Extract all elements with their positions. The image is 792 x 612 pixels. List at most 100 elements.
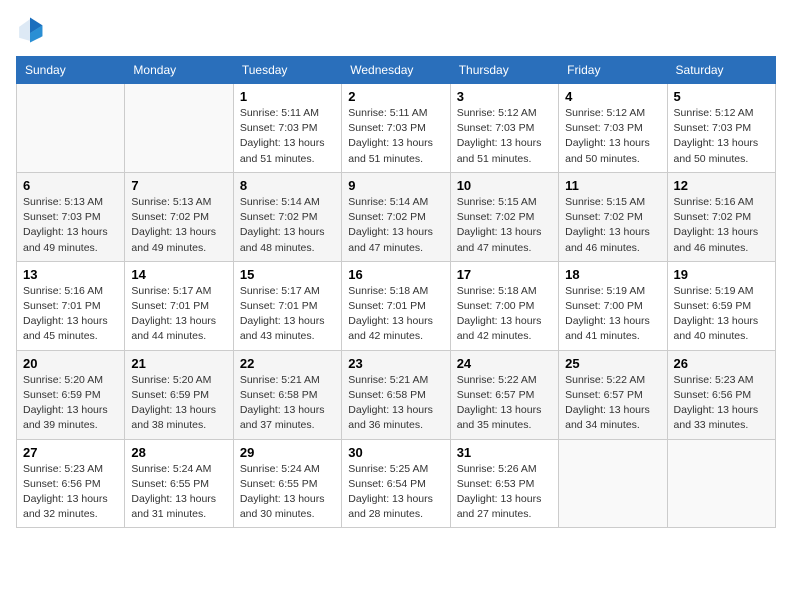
day-header-friday: Friday bbox=[559, 57, 667, 84]
calendar-cell: 25 Sunrise: 5:22 AMSunset: 6:57 PMDayligh… bbox=[559, 350, 667, 439]
calendar-cell: 29 Sunrise: 5:24 AMSunset: 6:55 PMDayligh… bbox=[233, 439, 341, 528]
day-info: Sunrise: 5:23 AMSunset: 6:56 PMDaylight:… bbox=[23, 462, 118, 523]
day-info: Sunrise: 5:17 AMSunset: 7:01 PMDaylight:… bbox=[131, 284, 226, 345]
day-header-monday: Monday bbox=[125, 57, 233, 84]
day-info: Sunrise: 5:25 AMSunset: 6:54 PMDaylight:… bbox=[348, 462, 443, 523]
day-number: 20 bbox=[23, 356, 118, 371]
day-info: Sunrise: 5:17 AMSunset: 7:01 PMDaylight:… bbox=[240, 284, 335, 345]
calendar-cell bbox=[667, 439, 775, 528]
day-number: 27 bbox=[23, 445, 118, 460]
calendar-cell bbox=[125, 84, 233, 173]
calendar-cell: 22 Sunrise: 5:21 AMSunset: 6:58 PMDayligh… bbox=[233, 350, 341, 439]
calendar-cell: 17 Sunrise: 5:18 AMSunset: 7:00 PMDayligh… bbox=[450, 261, 558, 350]
calendar-cell: 14 Sunrise: 5:17 AMSunset: 7:01 PMDayligh… bbox=[125, 261, 233, 350]
day-info: Sunrise: 5:15 AMSunset: 7:02 PMDaylight:… bbox=[565, 195, 660, 256]
day-header-saturday: Saturday bbox=[667, 57, 775, 84]
day-info: Sunrise: 5:21 AMSunset: 6:58 PMDaylight:… bbox=[240, 373, 335, 434]
calendar-cell: 21 Sunrise: 5:20 AMSunset: 6:59 PMDayligh… bbox=[125, 350, 233, 439]
day-info: Sunrise: 5:18 AMSunset: 7:00 PMDaylight:… bbox=[457, 284, 552, 345]
calendar-cell: 10 Sunrise: 5:15 AMSunset: 7:02 PMDayligh… bbox=[450, 172, 558, 261]
calendar-cell: 7 Sunrise: 5:13 AMSunset: 7:02 PMDaylight… bbox=[125, 172, 233, 261]
calendar-week-4: 20 Sunrise: 5:20 AMSunset: 6:59 PMDayligh… bbox=[17, 350, 776, 439]
calendar-week-1: 1 Sunrise: 5:11 AMSunset: 7:03 PMDaylight… bbox=[17, 84, 776, 173]
day-info: Sunrise: 5:26 AMSunset: 6:53 PMDaylight:… bbox=[457, 462, 552, 523]
day-number: 29 bbox=[240, 445, 335, 460]
day-number: 17 bbox=[457, 267, 552, 282]
day-number: 26 bbox=[674, 356, 769, 371]
calendar-cell: 1Sunrise: 5:11 AMSunset: 7:03 PMDaylight… bbox=[233, 84, 341, 173]
day-number: 25 bbox=[565, 356, 660, 371]
day-info: Sunrise: 5:22 AMSunset: 6:57 PMDaylight:… bbox=[565, 373, 660, 434]
calendar-table: SundayMondayTuesdayWednesdayThursdayFrid… bbox=[16, 56, 776, 528]
calendar-cell: 26 Sunrise: 5:23 AMSunset: 6:56 PMDayligh… bbox=[667, 350, 775, 439]
day-number: 30 bbox=[348, 445, 443, 460]
day-header-thursday: Thursday bbox=[450, 57, 558, 84]
calendar-cell: 16 Sunrise: 5:18 AMSunset: 7:01 PMDayligh… bbox=[342, 261, 450, 350]
day-info: Sunrise: 5:12 AMSunset: 7:03 PMDaylight:… bbox=[565, 106, 660, 167]
calendar-cell: 9 Sunrise: 5:14 AMSunset: 7:02 PMDaylight… bbox=[342, 172, 450, 261]
day-number: 14 bbox=[131, 267, 226, 282]
day-number: 21 bbox=[131, 356, 226, 371]
calendar-cell: 24Sunrise: 5:22 AMSunset: 6:57 PMDayligh… bbox=[450, 350, 558, 439]
day-number: 4 bbox=[565, 89, 660, 104]
calendar-cell: 12Sunrise: 5:16 AMSunset: 7:02 PMDayligh… bbox=[667, 172, 775, 261]
day-number: 16 bbox=[348, 267, 443, 282]
day-number: 7 bbox=[131, 178, 226, 193]
calendar-cell: 15 Sunrise: 5:17 AMSunset: 7:01 PMDayligh… bbox=[233, 261, 341, 350]
day-info: Sunrise: 5:24 AMSunset: 6:55 PMDaylight:… bbox=[240, 462, 335, 523]
day-info: Sunrise: 5:16 AMSunset: 7:02 PMDaylight:… bbox=[674, 195, 769, 256]
day-info: Sunrise: 5:13 AMSunset: 7:02 PMDaylight:… bbox=[131, 195, 226, 256]
calendar-cell bbox=[559, 439, 667, 528]
day-number: 8 bbox=[240, 178, 335, 193]
calendar-cell: 23 Sunrise: 5:21 AMSunset: 6:58 PMDayligh… bbox=[342, 350, 450, 439]
calendar-cell: 2Sunrise: 5:11 AMSunset: 7:03 PMDaylight… bbox=[342, 84, 450, 173]
calendar-cell: 6Sunrise: 5:13 AMSunset: 7:03 PMDaylight… bbox=[17, 172, 125, 261]
day-number: 5 bbox=[674, 89, 769, 104]
calendar-cell: 8 Sunrise: 5:14 AMSunset: 7:02 PMDaylight… bbox=[233, 172, 341, 261]
logo bbox=[16, 16, 48, 44]
day-number: 11 bbox=[565, 178, 660, 193]
day-info: Sunrise: 5:18 AMSunset: 7:01 PMDaylight:… bbox=[348, 284, 443, 345]
calendar-cell: 28 Sunrise: 5:24 AMSunset: 6:55 PMDayligh… bbox=[125, 439, 233, 528]
day-info: Sunrise: 5:20 AMSunset: 6:59 PMDaylight:… bbox=[131, 373, 226, 434]
day-info: Sunrise: 5:13 AMSunset: 7:03 PMDaylight:… bbox=[23, 195, 118, 256]
calendar-cell: 27 Sunrise: 5:23 AMSunset: 6:56 PMDayligh… bbox=[17, 439, 125, 528]
calendar-week-3: 13Sunrise: 5:16 AMSunset: 7:01 PMDayligh… bbox=[17, 261, 776, 350]
day-number: 15 bbox=[240, 267, 335, 282]
calendar-header-row: SundayMondayTuesdayWednesdayThursdayFrid… bbox=[17, 57, 776, 84]
calendar-cell: 31 Sunrise: 5:26 AMSunset: 6:53 PMDayligh… bbox=[450, 439, 558, 528]
page-header bbox=[16, 16, 776, 44]
day-number: 28 bbox=[131, 445, 226, 460]
day-number: 22 bbox=[240, 356, 335, 371]
day-number: 13 bbox=[23, 267, 118, 282]
day-number: 18 bbox=[565, 267, 660, 282]
day-info: Sunrise: 5:19 AMSunset: 6:59 PMDaylight:… bbox=[674, 284, 769, 345]
calendar-cell: 18 Sunrise: 5:19 AMSunset: 7:00 PMDayligh… bbox=[559, 261, 667, 350]
day-number: 1 bbox=[240, 89, 335, 104]
day-info: Sunrise: 5:14 AMSunset: 7:02 PMDaylight:… bbox=[240, 195, 335, 256]
day-info: Sunrise: 5:14 AMSunset: 7:02 PMDaylight:… bbox=[348, 195, 443, 256]
day-number: 3 bbox=[457, 89, 552, 104]
day-info: Sunrise: 5:21 AMSunset: 6:58 PMDaylight:… bbox=[348, 373, 443, 434]
day-number: 24 bbox=[457, 356, 552, 371]
day-header-wednesday: Wednesday bbox=[342, 57, 450, 84]
calendar-cell: 20 Sunrise: 5:20 AMSunset: 6:59 PMDayligh… bbox=[17, 350, 125, 439]
day-number: 9 bbox=[348, 178, 443, 193]
calendar-cell: 5 Sunrise: 5:12 AMSunset: 7:03 PMDaylight… bbox=[667, 84, 775, 173]
day-number: 10 bbox=[457, 178, 552, 193]
day-header-tuesday: Tuesday bbox=[233, 57, 341, 84]
day-number: 31 bbox=[457, 445, 552, 460]
day-info: Sunrise: 5:11 AMSunset: 7:03 PMDaylight:… bbox=[348, 106, 443, 167]
calendar-cell: 13Sunrise: 5:16 AMSunset: 7:01 PMDayligh… bbox=[17, 261, 125, 350]
day-info: Sunrise: 5:20 AMSunset: 6:59 PMDaylight:… bbox=[23, 373, 118, 434]
calendar-week-2: 6Sunrise: 5:13 AMSunset: 7:03 PMDaylight… bbox=[17, 172, 776, 261]
day-info: Sunrise: 5:23 AMSunset: 6:56 PMDaylight:… bbox=[674, 373, 769, 434]
calendar-cell: 4 Sunrise: 5:12 AMSunset: 7:03 PMDaylight… bbox=[559, 84, 667, 173]
calendar-cell: 11 Sunrise: 5:15 AMSunset: 7:02 PMDayligh… bbox=[559, 172, 667, 261]
day-info: Sunrise: 5:12 AMSunset: 7:03 PMDaylight:… bbox=[674, 106, 769, 167]
calendar-cell: 30 Sunrise: 5:25 AMSunset: 6:54 PMDayligh… bbox=[342, 439, 450, 528]
day-info: Sunrise: 5:15 AMSunset: 7:02 PMDaylight:… bbox=[457, 195, 552, 256]
day-info: Sunrise: 5:24 AMSunset: 6:55 PMDaylight:… bbox=[131, 462, 226, 523]
day-number: 23 bbox=[348, 356, 443, 371]
day-info: Sunrise: 5:19 AMSunset: 7:00 PMDaylight:… bbox=[565, 284, 660, 345]
